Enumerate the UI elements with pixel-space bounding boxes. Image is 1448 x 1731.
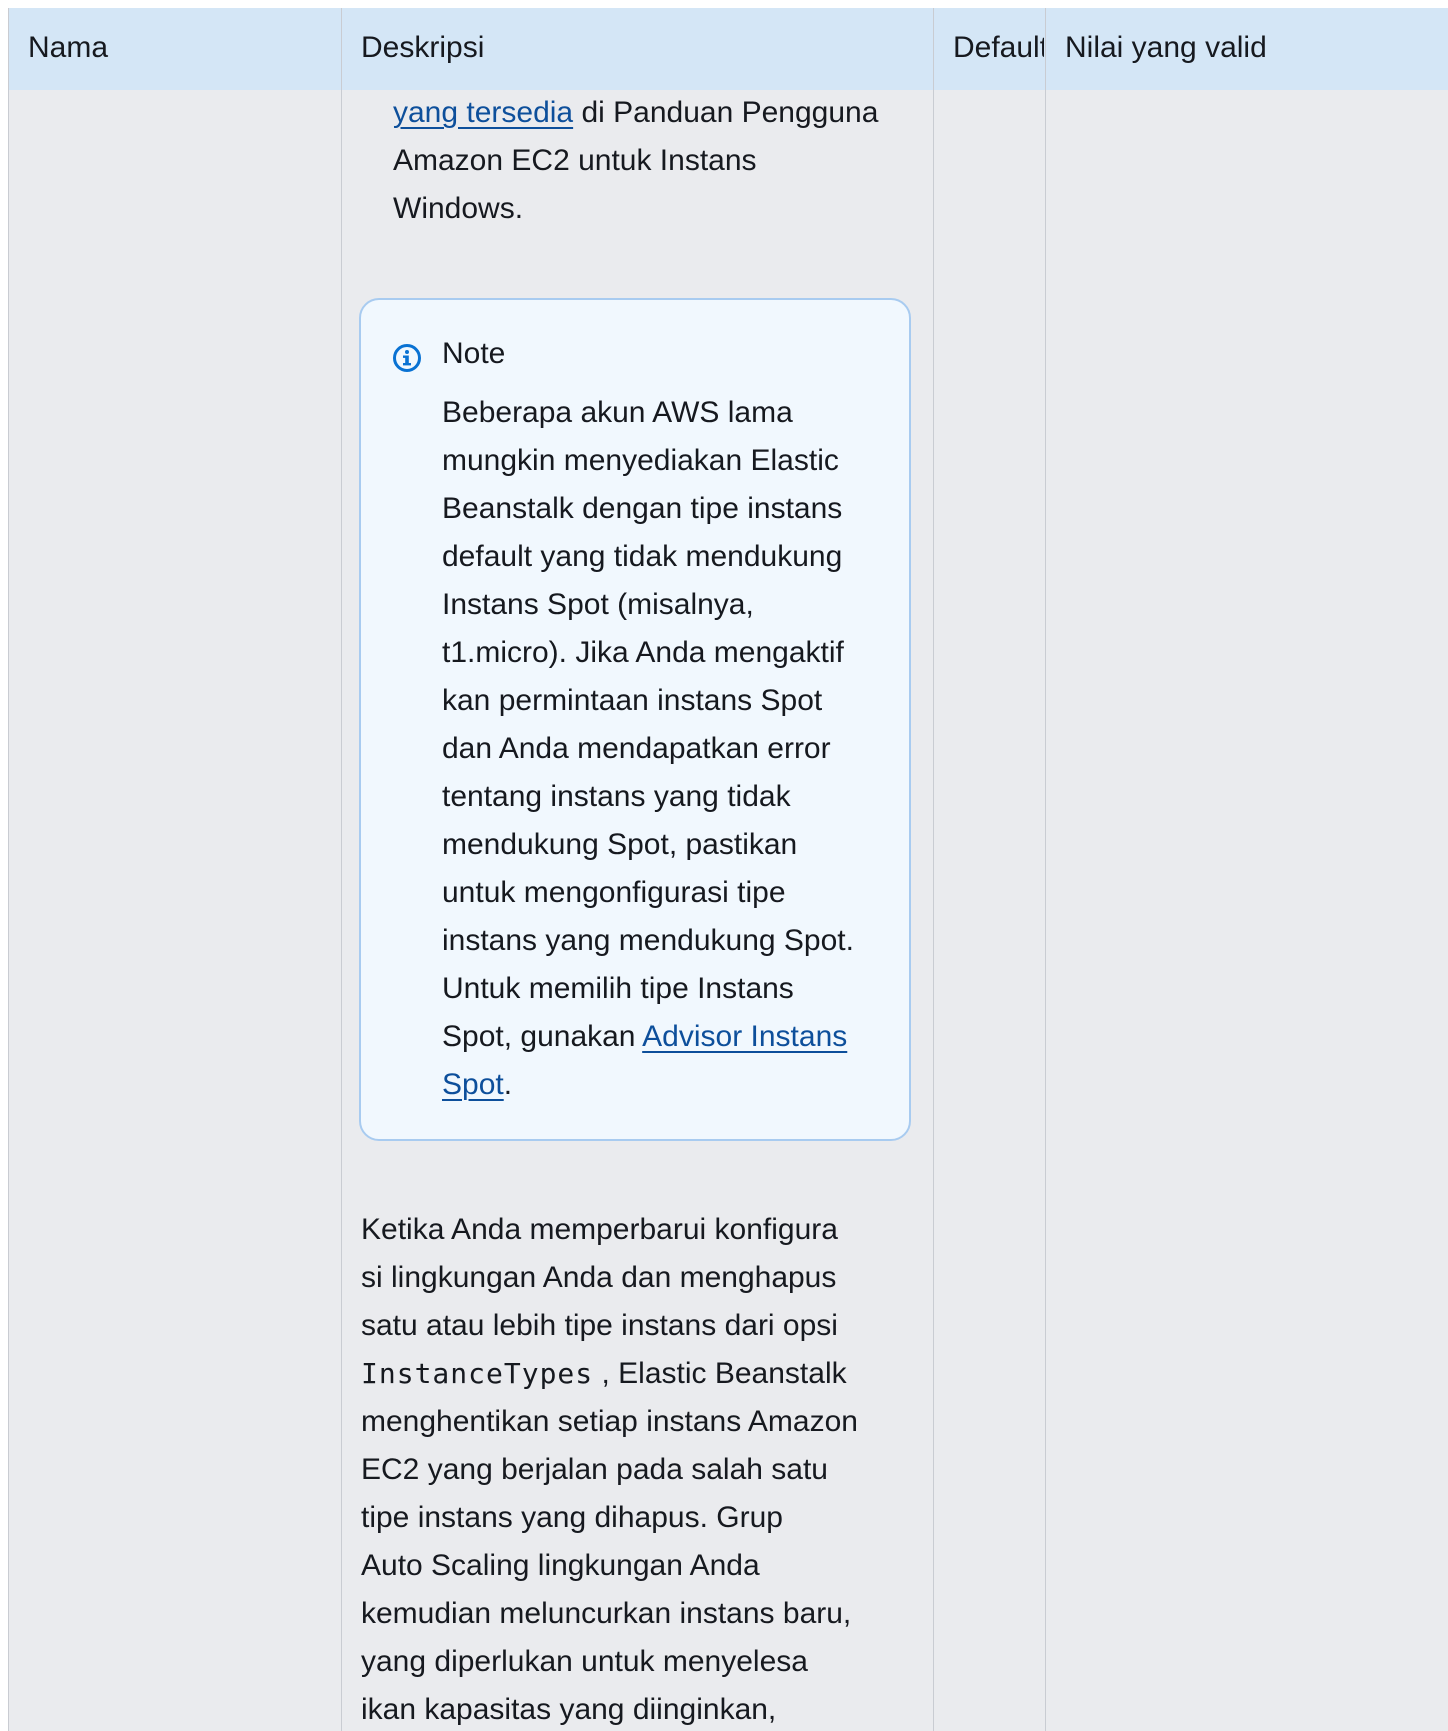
- paragraph-text: menghentikan setiap instans Amazon: [361, 1405, 858, 1438]
- paragraph-text: , Elastic Beanstalk: [593, 1357, 847, 1390]
- column-divider: [933, 8, 934, 1731]
- instance-types-code: InstanceTypes: [361, 1357, 594, 1390]
- description-paragraph-bottom: Ketika Anda memperbarui konfigura si lin…: [361, 1206, 858, 1731]
- note-title: Note: [442, 337, 506, 370]
- note-line: Beanstalk dengan tipe instans: [442, 492, 843, 525]
- column-header-nama[interactable]: Nama: [28, 8, 328, 90]
- paragraph-text: ikan kapasitas yang diinginkan,: [361, 1693, 777, 1726]
- note-line: mungkin menyediakan Elastic: [442, 444, 839, 477]
- paragraph-text: Ketika Anda memperbarui konfigura: [361, 1213, 838, 1246]
- note-line: .: [503, 1068, 513, 1101]
- info-icon: [393, 344, 421, 372]
- paragraph-text: di Panduan Pengguna: [573, 96, 879, 129]
- paragraph-text: EC2 yang berjalan pada salah satu: [361, 1453, 828, 1486]
- paragraph-text: Amazon EC2 untuk Instans: [393, 144, 757, 177]
- note-line: default yang tidak mendukung: [442, 540, 843, 573]
- note-line: Instans Spot (misalnya,: [442, 588, 754, 621]
- note-line: dan Anda mendapatkan error: [442, 732, 831, 765]
- note-line: t1.micro). Jika Anda mengaktif: [442, 636, 844, 669]
- note-line: tentang instans yang tidak: [442, 780, 791, 813]
- note-line: kan permintaan instans Spot: [442, 684, 823, 717]
- column-divider: [341, 8, 342, 1731]
- column-header-default[interactable]: Default: [953, 8, 1044, 90]
- note-line: Beberapa akun AWS lama: [442, 396, 793, 429]
- note-line: Untuk memilih tipe Instans: [442, 972, 794, 1005]
- note-body: Beberapa akun AWS lama mungkin menyediak…: [442, 389, 854, 1109]
- note-line: Spot, gunakan: [442, 1020, 643, 1053]
- paragraph-text: Auto Scaling lingkungan Anda: [361, 1549, 760, 1582]
- paragraph-text: satu atau lebih tipe instans dari opsi: [361, 1309, 838, 1342]
- note-line: mendukung Spot, pastikan: [442, 828, 798, 861]
- column-divider: [1045, 8, 1046, 1731]
- column-header-nilai-yang-valid[interactable]: Nilai yang valid: [1065, 8, 1435, 90]
- instance-types-link[interactable]: yang tersedia: [393, 96, 573, 129]
- description-paragraph-top: yang tersedia di Panduan Pengguna Amazon…: [393, 89, 878, 233]
- note-line: instans yang mendukung Spot.: [442, 924, 854, 957]
- column-header-deskripsi[interactable]: Deskripsi: [361, 8, 921, 90]
- paragraph-text: si lingkungan Anda dan menghapus: [361, 1261, 837, 1294]
- paragraph-text: kemudian meluncurkan instans baru,: [361, 1597, 852, 1630]
- spot-advisor-link[interactable]: Advisor Instans: [642, 1020, 847, 1053]
- paragraph-text: Windows.: [393, 192, 524, 225]
- spot-advisor-link[interactable]: Spot: [442, 1068, 504, 1101]
- paragraph-text: yang diperlukan untuk menyelesa: [361, 1645, 808, 1678]
- column-divider: [8, 8, 9, 1731]
- paragraph-text: tipe instans yang dihapus. Grup: [361, 1501, 783, 1534]
- note-line: untuk mengonfigurasi tipe: [442, 876, 786, 909]
